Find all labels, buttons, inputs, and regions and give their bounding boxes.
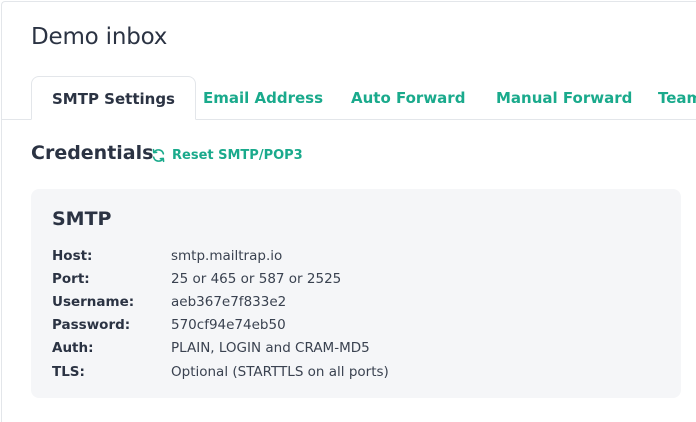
password-label: Password: bbox=[52, 317, 131, 334]
smtp-auth-row: Auth: PLAIN, LOGIN and CRAM-MD5 bbox=[52, 337, 389, 360]
reset-smtp-pop3-label: Reset SMTP/POP3 bbox=[172, 147, 303, 163]
auth-label: Auth: bbox=[52, 340, 94, 357]
username-label: Username: bbox=[52, 293, 135, 310]
tls-label: TLS: bbox=[52, 363, 85, 380]
port-value: 25 or 465 or 587 or 2525 bbox=[171, 270, 342, 287]
tab-team[interactable]: Team bbox=[658, 76, 696, 120]
host-value: smtp.mailtrap.io bbox=[171, 247, 283, 264]
smtp-details-list: Host: smtp.mailtrap.io Port: 25 or 465 o… bbox=[52, 244, 389, 383]
smtp-credentials-card: SMTP Host: smtp.mailtrap.io Port: 25 or … bbox=[31, 189, 681, 398]
tab-auto-forward[interactable]: Auto Forward bbox=[351, 76, 465, 120]
smtp-host-row: Host: smtp.mailtrap.io bbox=[52, 244, 389, 267]
credentials-heading: Credentials bbox=[31, 142, 154, 164]
smtp-card-title: SMTP bbox=[52, 208, 112, 230]
smtp-port-row: Port: 25 or 465 or 587 or 2525 bbox=[52, 267, 389, 290]
username-value: aeb367e7f833e2 bbox=[171, 293, 287, 310]
host-label: Host: bbox=[52, 247, 93, 264]
tls-value: Optional (STARTTLS on all ports) bbox=[171, 363, 389, 380]
auth-value: PLAIN, LOGIN and CRAM-MD5 bbox=[171, 340, 370, 357]
smtp-password-row: Password: 570cf94e74eb50 bbox=[52, 314, 389, 337]
password-value: 570cf94e74eb50 bbox=[171, 317, 286, 334]
page-title: Demo inbox bbox=[31, 24, 168, 50]
reset-smtp-pop3-button[interactable]: Reset SMTP/POP3 bbox=[151, 145, 303, 165]
port-label: Port: bbox=[52, 270, 90, 287]
smtp-username-row: Username: aeb367e7f833e2 bbox=[52, 290, 389, 313]
tab-email-address[interactable]: Email Address bbox=[203, 76, 323, 120]
tab-manual-forward[interactable]: Manual Forward bbox=[496, 76, 632, 120]
tab-smtp-settings[interactable]: SMTP Settings bbox=[31, 76, 196, 120]
smtp-tls-row: TLS: Optional (STARTTLS on all ports) bbox=[52, 360, 389, 383]
refresh-icon bbox=[151, 148, 166, 163]
